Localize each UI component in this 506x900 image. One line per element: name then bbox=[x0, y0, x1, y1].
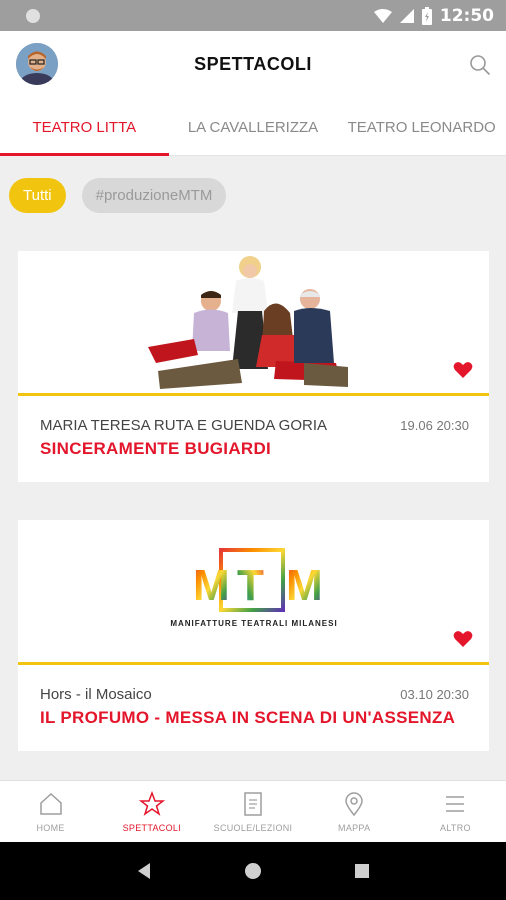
mtm-logo: M T M MANIFATTURE TEATRALI MILANESI bbox=[170, 548, 337, 628]
nav-altro[interactable]: ALTRO bbox=[405, 781, 506, 842]
filter-chips: Tutti #produzioneMTM bbox=[9, 178, 227, 213]
tab-la-cavallerizza[interactable]: LA CAVALLERIZZA bbox=[169, 99, 338, 155]
map-pin-icon bbox=[345, 792, 363, 817]
search-icon[interactable] bbox=[468, 53, 492, 77]
nav-label: ALTRO bbox=[439, 823, 471, 833]
logo-letter: M bbox=[286, 561, 323, 610]
status-time: 12:50 bbox=[439, 5, 494, 26]
nav-scuole-lezioni[interactable]: SCUOLE/LEZIONI bbox=[202, 781, 303, 842]
heart-icon[interactable] bbox=[453, 630, 473, 648]
show-datetime: 19.06 20:30 bbox=[400, 418, 469, 433]
status-icons: 12:50 bbox=[373, 5, 494, 26]
page-title: SPETTACOLI bbox=[194, 54, 312, 74]
nav-label: MAPPA bbox=[338, 823, 371, 833]
menu-icon bbox=[446, 796, 465, 812]
show-date: 19.06 bbox=[400, 418, 433, 433]
show-image: M T M MANIFATTURE TEATRALI MILANESI bbox=[18, 520, 489, 662]
theatre-tabs: TEATRO LITTA LA CAVALLERIZZA TEATRO LEON… bbox=[0, 99, 506, 156]
heart-icon[interactable] bbox=[453, 361, 473, 379]
show-card[interactable]: M T M MANIFATTURE TEATRALI MILANESI Hors… bbox=[18, 520, 489, 751]
show-time: 20:30 bbox=[436, 418, 469, 433]
card-divider bbox=[18, 393, 489, 396]
tab-teatro-litta[interactable]: TEATRO LITTA bbox=[0, 99, 169, 156]
logo-caption: MANIFATTURE TEATRALI MILANESI bbox=[170, 619, 337, 628]
signal-icon bbox=[399, 8, 414, 23]
nav-home[interactable]: HOME bbox=[0, 781, 101, 842]
system-navigation-bar bbox=[0, 842, 506, 900]
home-button-icon[interactable] bbox=[244, 862, 262, 880]
recents-icon[interactable] bbox=[354, 863, 370, 879]
show-image bbox=[18, 251, 489, 393]
bottom-navigation: HOME SPETTACOLI SCUOLE/LEZIONI MAPPA ALT… bbox=[0, 780, 506, 842]
show-card[interactable]: MARIA TERESA RUTA E GUENDA GORIA 19.06 2… bbox=[18, 251, 489, 482]
show-title: IL PROFUMO - MESSA IN SCENA DI UN'ASSENZ… bbox=[40, 708, 456, 727]
nav-label: HOME bbox=[36, 823, 65, 833]
show-datetime: 03.10 20:30 bbox=[400, 687, 469, 702]
battery-icon bbox=[421, 6, 432, 25]
show-subtitle: MARIA TERESA RUTA E GUENDA GORIA bbox=[40, 417, 328, 434]
show-title: SINCERAMENTE BUGIARDI bbox=[40, 439, 272, 458]
tab-teatro-leonardo[interactable]: TEATRO LEONARDO bbox=[337, 99, 506, 155]
card-divider bbox=[18, 662, 489, 665]
back-icon[interactable] bbox=[136, 862, 152, 880]
nav-label: SPETTACOLI bbox=[122, 823, 181, 833]
nav-mappa[interactable]: MAPPA bbox=[304, 781, 405, 842]
show-date: 03.10 bbox=[400, 687, 433, 702]
nav-spettacoli[interactable]: SPETTACOLI bbox=[101, 781, 202, 842]
show-time: 20:30 bbox=[436, 687, 469, 702]
status-bar: 12:50 bbox=[0, 0, 506, 31]
document-icon bbox=[244, 792, 262, 816]
filter-chip-tutti[interactable]: Tutti bbox=[9, 178, 66, 213]
filter-chip-produzione-mtm[interactable]: #produzioneMTM bbox=[81, 178, 227, 213]
star-icon bbox=[138, 791, 165, 816]
app-bar: SPETTACOLI bbox=[0, 31, 506, 99]
logo-letter: T bbox=[237, 561, 264, 610]
logo-letter: M bbox=[193, 561, 230, 610]
show-subtitle: Hors - il Mosaico bbox=[40, 686, 152, 703]
home-icon bbox=[39, 792, 62, 815]
notification-dot-icon bbox=[26, 8, 40, 23]
nav-label: SCUOLE/LEZIONI bbox=[213, 823, 293, 833]
cast-photo bbox=[18, 251, 489, 393]
wifi-icon bbox=[373, 8, 392, 23]
